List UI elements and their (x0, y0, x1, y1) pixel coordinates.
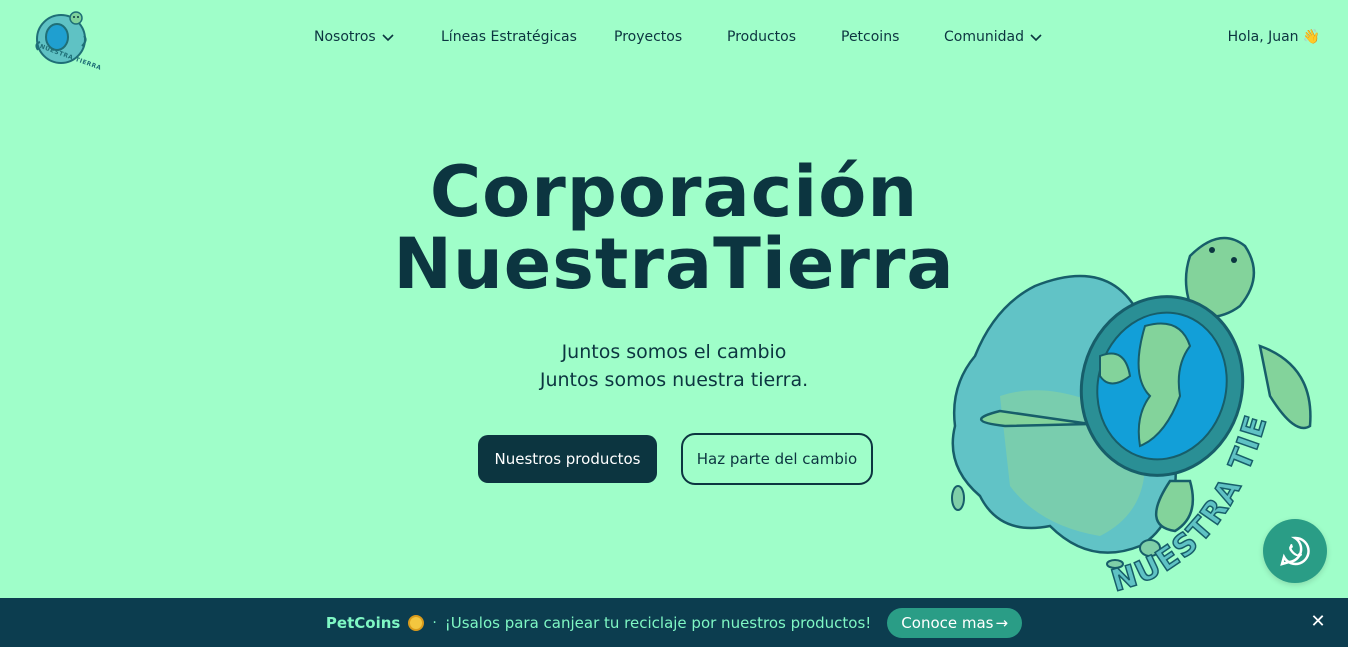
haz-parte-del-cambio-button[interactable]: Haz parte del cambio (681, 433, 873, 485)
nav-item-label: Proyectos (614, 29, 683, 45)
nav-item-productos[interactable]: Productos (727, 24, 796, 50)
user-greeting[interactable]: Hola, Juan 👋 (1228, 24, 1320, 50)
whatsapp-button[interactable] (1263, 519, 1327, 583)
nav-item-petcoins[interactable]: Petcoins (841, 24, 899, 50)
petcoins-banner: PetCoins · ¡Usalos para canjear tu recic… (0, 598, 1348, 647)
nav-item-lineas-estrategicas[interactable]: Líneas Estratégicas (441, 24, 577, 50)
conoce-mas-button[interactable]: Conoce mas → (887, 607, 1023, 638)
nav-item-nosotros[interactable]: Nosotros (314, 24, 394, 50)
chevron-down-icon (382, 34, 394, 42)
nav-item-label: Productos (727, 29, 797, 45)
arrow-right-icon: → (995, 613, 1009, 632)
whatsapp-icon (1280, 536, 1310, 566)
nuestros-productos-button[interactable]: Nuestros productos (478, 435, 657, 483)
nav-item-label: Comunidad (944, 29, 1024, 45)
nav-item-label: Nosotros (314, 29, 376, 45)
hero-subtitle-line2: Juntos somos nuestra tierra. (539, 369, 809, 391)
nav-item-label: Petcoins (841, 29, 900, 45)
coin-icon (408, 614, 425, 631)
main-nav: Nosotros Líneas Estratégicas Proyectos P… (0, 24, 1348, 50)
chevron-down-icon (1030, 34, 1042, 42)
hero-title-line2: NuestraTierra (393, 223, 955, 305)
nav-item-proyectos[interactable]: Proyectos (614, 24, 682, 50)
conoce-mas-label: Conoce mas (901, 613, 994, 632)
banner-content: PetCoins · ¡Usalos para canjear tu recic… (325, 607, 1023, 638)
banner-brand: PetCoins (325, 613, 401, 632)
hero-title-line1: Corporación (429, 151, 919, 233)
wave-icon: 👋 (1302, 29, 1320, 45)
nav-item-comunidad[interactable]: Comunidad (944, 24, 1042, 50)
nav-item-label: Líneas Estratégicas (441, 29, 577, 45)
close-icon[interactable]: ✕ (1308, 612, 1328, 632)
banner-separator: · (432, 614, 437, 631)
greeting-text: Hola, Juan (1227, 29, 1299, 45)
hero-subtitle-line1: Juntos somos el cambio (561, 341, 787, 363)
banner-message: ¡Usalos para canjear tu reciclaje por nu… (444, 613, 872, 632)
